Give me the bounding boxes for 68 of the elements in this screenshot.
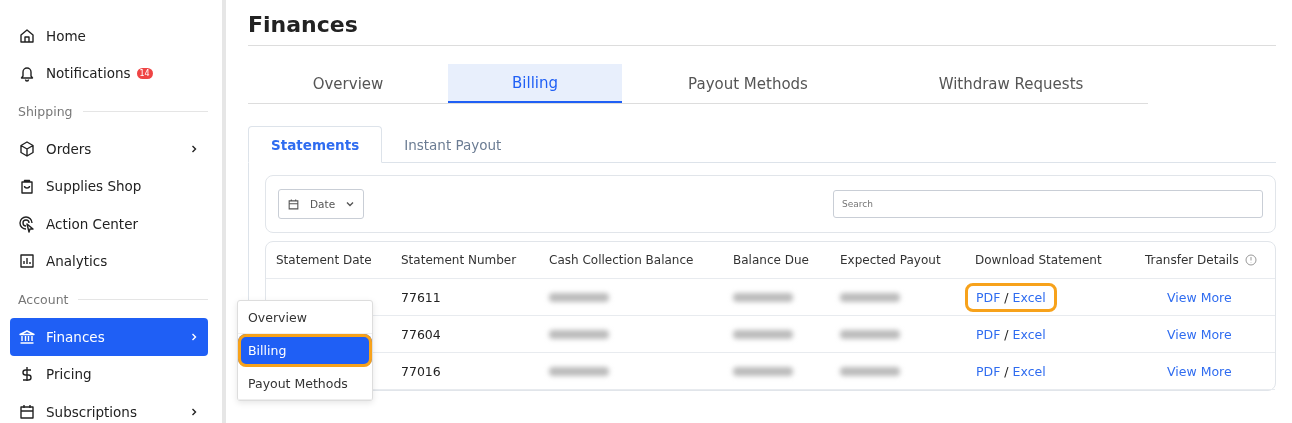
tab[interactable]: Overview [248, 64, 448, 103]
table-cell-text: 77604 [401, 326, 442, 342]
search-field[interactable]: Search [833, 190, 1263, 218]
column-header: Statement Number [401, 253, 517, 267]
bell-icon [18, 64, 36, 83]
view-more-link[interactable]: View More [1167, 363, 1232, 379]
blurred-value [840, 292, 900, 302]
column-header: Cash Collection Balance [549, 253, 694, 267]
calendar-icon [287, 197, 300, 211]
column-header: Expected Payout [840, 253, 941, 267]
sidebar-item[interactable]: Home [10, 17, 208, 55]
pdf-link[interactable]: PDF [976, 326, 1001, 342]
box-icon [18, 139, 36, 158]
section-label: Account [18, 291, 69, 307]
pdf-link[interactable]: PDF [976, 363, 1001, 379]
date-dropdown[interactable]: Date [278, 189, 365, 219]
separator: / [1004, 326, 1009, 342]
chevron-right-icon [190, 406, 198, 417]
home-icon [18, 26, 36, 45]
sidebar-item[interactable]: Action Center [10, 205, 208, 243]
tab[interactable]: Billing [448, 64, 622, 103]
cursor-target-icon [18, 214, 36, 233]
excel-link[interactable]: Excel [1012, 326, 1046, 342]
blurred-value [840, 329, 900, 339]
tab[interactable]: Payout Methods [622, 64, 874, 103]
blurred-value [840, 366, 900, 376]
sidebar-item[interactable]: Supplies Shop [10, 167, 208, 205]
info-icon [1244, 254, 1257, 266]
sidebar-item[interactable]: Subscriptions [10, 393, 208, 423]
tab[interactable]: Withdraw Requests [874, 64, 1148, 103]
blurred-value [733, 329, 793, 339]
menu-item[interactable]: Payout Methods [238, 367, 372, 400]
bank-icon [18, 327, 36, 346]
view-more-link[interactable]: View More [1167, 289, 1232, 305]
blurred-value [733, 366, 793, 376]
blurred-value [733, 292, 793, 302]
column-header: Balance Due [733, 253, 809, 267]
sidebar-item[interactable]: Finances [10, 318, 208, 356]
chart-icon [18, 252, 36, 271]
sidebar-item[interactable]: Pricing [10, 355, 208, 393]
tab[interactable]: Statements [248, 126, 383, 163]
column-header: Download Statement [975, 253, 1102, 267]
separator: / [1004, 363, 1009, 379]
column-header: Statement Date [276, 253, 372, 267]
separator: / [1004, 289, 1009, 305]
chevron-down-icon [345, 200, 356, 208]
section-label: Shipping [18, 103, 73, 119]
page-title: Finances [248, 0, 1276, 46]
excel-link[interactable]: Excel [1012, 363, 1046, 379]
sidebar-item[interactable]: Orders [10, 130, 208, 168]
table-cell-text: 77016 [401, 363, 442, 379]
sidebar-item[interactable]: Analytics [10, 242, 208, 280]
blurred-value [549, 292, 609, 302]
chevron-right-icon [190, 331, 198, 342]
excel-link[interactable]: Excel [1012, 289, 1046, 305]
bag-icon [18, 177, 36, 196]
blurred-value [549, 366, 609, 376]
sidebar-item[interactable]: Notifications 14 [10, 54, 208, 92]
menu-item[interactable]: Billing [238, 334, 372, 367]
notification-badge: 14 [136, 67, 153, 79]
pdf-link[interactable]: PDF [976, 289, 1001, 305]
calendar-icon [18, 402, 36, 421]
column-header: Transfer Details [1145, 253, 1239, 267]
view-more-link[interactable]: View More [1167, 326, 1232, 342]
tab[interactable]: Instant Payout [382, 126, 524, 163]
table-cell-text: 77611 [401, 289, 442, 305]
chevron-right-icon [190, 143, 198, 154]
blurred-value [549, 329, 609, 339]
